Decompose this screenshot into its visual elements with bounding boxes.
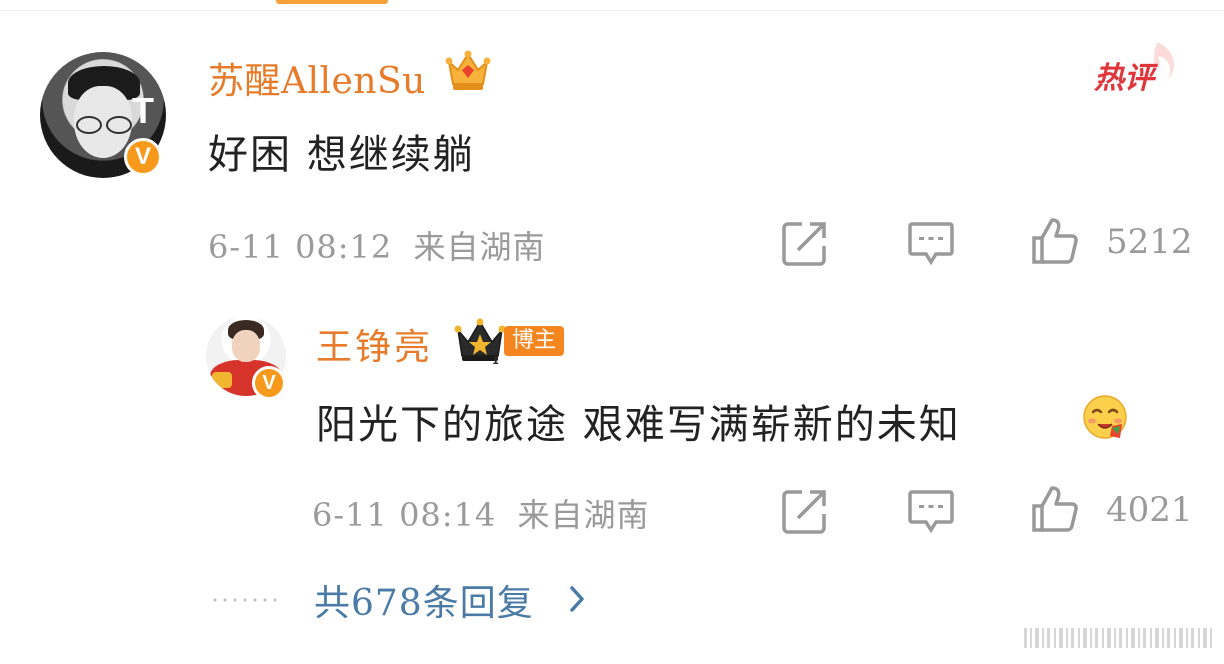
avatar-shirt-letter: T bbox=[132, 90, 154, 131]
hot-comment-icon: 热评 bbox=[1093, 42, 1174, 96]
like-count: 4021 bbox=[1106, 490, 1193, 530]
like-count: 5212 bbox=[1106, 222, 1193, 262]
chevron-right-icon[interactable] bbox=[566, 582, 588, 616]
share-icon[interactable] bbox=[780, 218, 830, 268]
comment-timestamp: 6-11 08:12 bbox=[208, 228, 393, 266]
active-tab-indicator bbox=[276, 0, 388, 4]
share-icon[interactable] bbox=[780, 486, 830, 536]
watermark-barcode bbox=[1024, 628, 1212, 648]
comment-icon[interactable] bbox=[906, 486, 956, 536]
drooling-face-emoji bbox=[1083, 395, 1127, 439]
reply-author[interactable]: 王铮亮 bbox=[316, 318, 433, 370]
reply-text: 阳光下的旅途 艰难写满崭新的未知 bbox=[316, 402, 961, 448]
comment-icon[interactable] bbox=[906, 218, 956, 268]
svg-text:1: 1 bbox=[492, 356, 499, 364]
verified-badge-icon: V bbox=[252, 366, 286, 400]
comment-meta: 6-11 08:12 来自湖南 bbox=[208, 222, 545, 268]
like-icon[interactable] bbox=[1030, 484, 1080, 534]
verified-badge-icon: V bbox=[124, 138, 162, 176]
crown-icon: 1 bbox=[454, 318, 506, 364]
reply-location: 来自湖南 bbox=[517, 496, 650, 534]
svg-text:热评: 热评 bbox=[1093, 61, 1159, 96]
reply-timestamp: 6-11 08:14 bbox=[312, 496, 497, 534]
comment-author[interactable]: 苏醒AllenSu bbox=[208, 52, 426, 104]
crown-icon bbox=[445, 50, 491, 90]
comment-text: 好困 想继续躺 bbox=[208, 132, 475, 178]
dots-divider bbox=[213, 598, 277, 602]
reply-meta: 6-11 08:14 来自湖南 bbox=[312, 490, 649, 536]
top-divider bbox=[0, 10, 1224, 11]
blogger-badge: 博主 bbox=[504, 326, 565, 356]
like-icon[interactable] bbox=[1030, 216, 1080, 266]
more-replies-link[interactable]: 共678条回复 bbox=[314, 574, 534, 626]
comment-location: 来自湖南 bbox=[413, 228, 546, 266]
